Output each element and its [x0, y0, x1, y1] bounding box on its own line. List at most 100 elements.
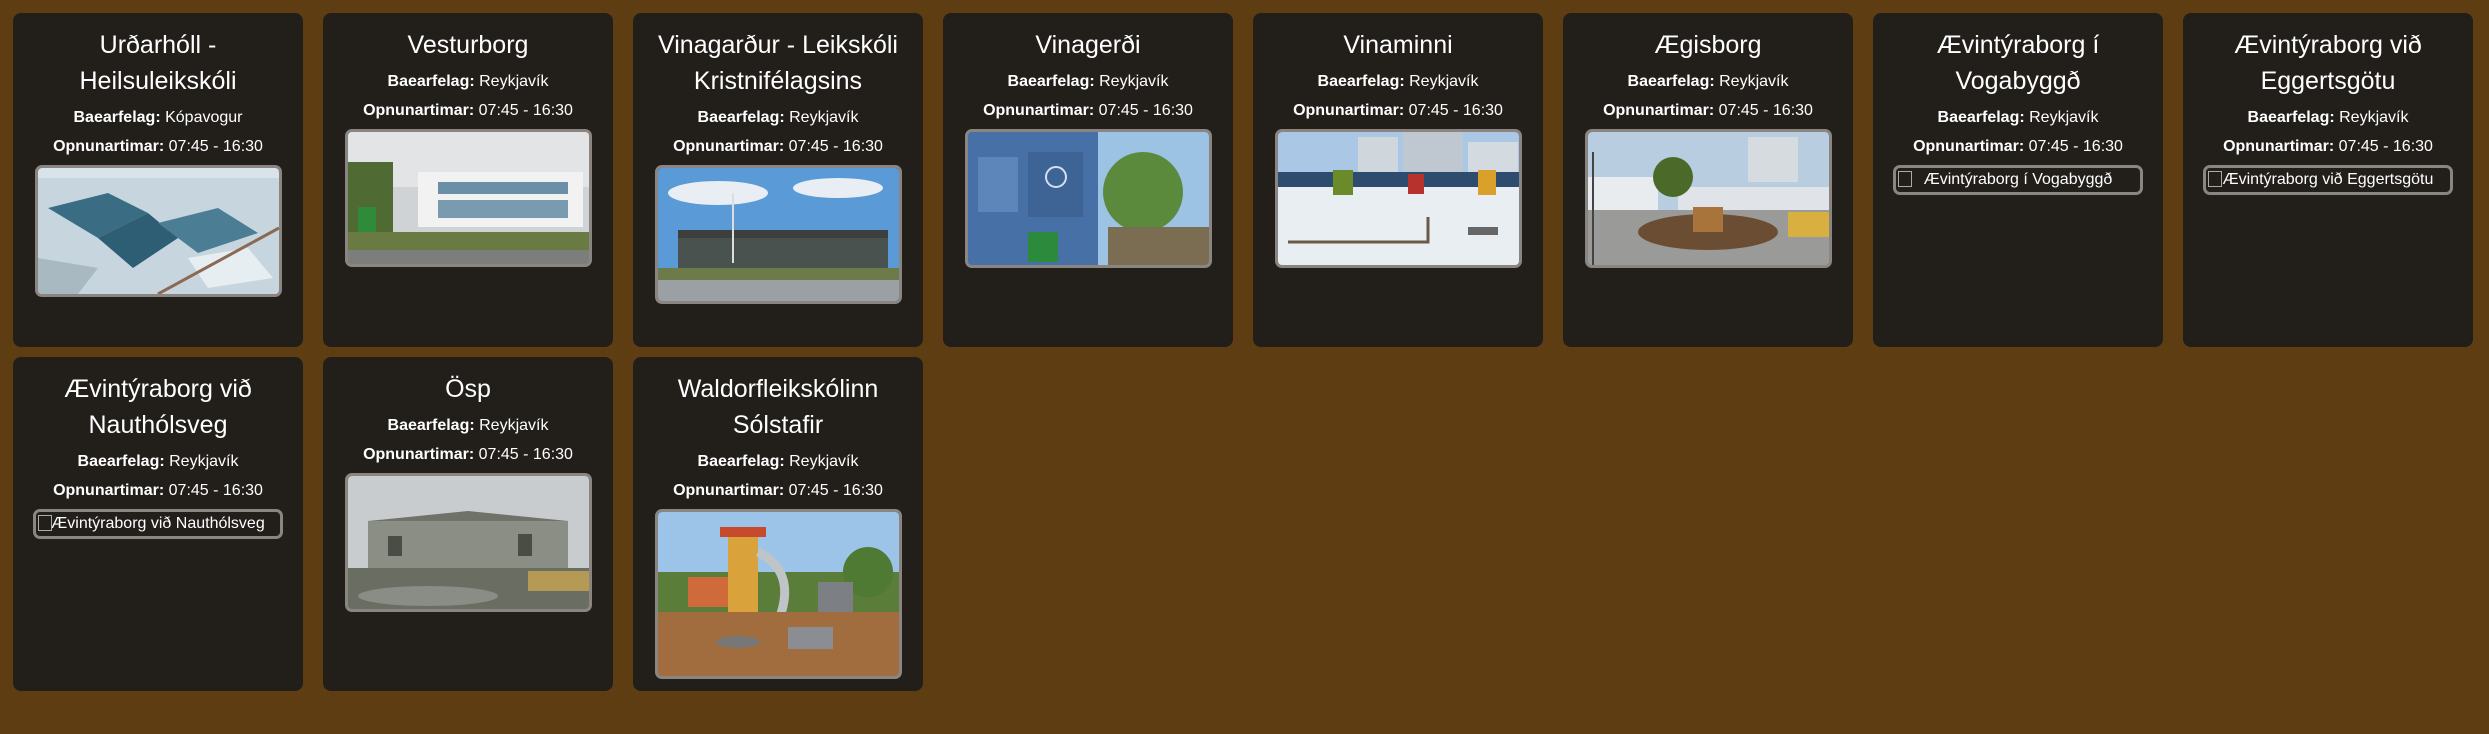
hours-row: Opnunartimar: 07:45 - 16:30	[23, 476, 293, 505]
kindergarten-photo[interactable]	[344, 473, 592, 612]
hours-label: Opnunartimar:	[673, 482, 785, 499]
kindergarten-card[interactable]: Vesturborg Baearfelag: Reykjavík Opnunar…	[323, 13, 613, 347]
municipality-row: Baearfelag: Reykjavík	[2193, 103, 2463, 132]
municipality-label: Baearfelag:	[1317, 73, 1405, 90]
card-title: Ösp	[445, 375, 491, 403]
municipality-value: Reykjavík	[789, 453, 859, 470]
hours-row: Opnunartimar: 07:45 - 16:30	[1573, 96, 1843, 125]
hours-value: 07:45 - 16:30	[168, 138, 263, 155]
hours-row: Opnunartimar: 07:45 - 16:30	[2193, 132, 2463, 161]
municipality-label: Baearfelag:	[387, 73, 475, 90]
hours-value: 07:45 - 16:30	[478, 446, 573, 463]
kindergarten-card[interactable]: Ösp Baearfelag: Reykjavík Opnunartimar: …	[323, 357, 613, 691]
card-title: Urðarhóll - Heilsuleikskóli	[79, 31, 237, 95]
municipality-value: Reykjavík	[2029, 109, 2099, 126]
hours-row: Opnunartimar: 07:45 - 16:30	[953, 96, 1223, 125]
hours-label: Opnunartimar:	[363, 102, 475, 119]
hours-value: 07:45 - 16:30	[2028, 138, 2123, 155]
municipality-row: Baearfelag: Reykjavík	[1573, 67, 1843, 96]
municipality-row: Baearfelag: Kópavogur	[23, 103, 293, 132]
hours-value: 07:45 - 16:30	[788, 138, 883, 155]
municipality-label: Baearfelag:	[1007, 73, 1095, 90]
image-alt-text: Ævintýraborg í Vogabyggð	[1923, 171, 2113, 188]
kindergarten-card[interactable]: Urðarhóll - Heilsuleikskóli Baearfelag: …	[13, 13, 303, 347]
municipality-row: Baearfelag: Reykjavík	[1883, 103, 2153, 132]
municipality-value: Reykjavík	[789, 109, 859, 126]
hours-label: Opnunartimar:	[1913, 138, 2025, 155]
municipality-row: Baearfelag: Reykjavík	[23, 447, 293, 476]
image-alt-text: Ævintýraborg við Nauthólsveg	[51, 515, 265, 532]
broken-image-icon	[38, 515, 52, 531]
kindergarten-photo[interactable]	[964, 129, 1212, 268]
hours-row: Opnunartimar: 07:45 - 16:30	[643, 476, 913, 505]
municipality-value: Kópavogur	[165, 109, 243, 126]
municipality-value: Reykjavík	[1099, 73, 1169, 90]
hours-value: 07:45 - 16:30	[168, 482, 263, 499]
hours-row: Opnunartimar: 07:45 - 16:30	[333, 96, 603, 125]
card-title: Vinagarður - Leikskóli Kristnifélagsins	[658, 31, 898, 95]
kindergarten-card[interactable]: Ævintýraborg við Eggertsgötu Baearfelag:…	[2183, 13, 2473, 347]
kindergarten-grid: Urðarhóll - Heilsuleikskóli Baearfelag: …	[13, 13, 2473, 691]
kindergarten-card[interactable]: Vinagerði Baearfelag: Reykjavík Opnunart…	[943, 13, 1233, 347]
kindergarten-card[interactable]: Ævintýraborg við Nauthólsveg Baearfelag:…	[13, 357, 303, 691]
municipality-label: Baearfelag:	[77, 453, 165, 470]
hours-label: Opnunartimar:	[363, 446, 475, 463]
hours-label: Opnunartimar:	[1293, 102, 1405, 119]
kindergarten-card[interactable]: Ægisborg Baearfelag: Reykjavík Opnunarti…	[1563, 13, 1853, 347]
hours-row: Opnunartimar: 07:45 - 16:30	[23, 132, 293, 161]
municipality-value: Reykjavík	[169, 453, 239, 470]
municipality-label: Baearfelag:	[1627, 73, 1715, 90]
kindergarten-photo[interactable]	[1274, 129, 1522, 268]
card-title: Vesturborg	[407, 31, 529, 59]
municipality-label: Baearfelag:	[1937, 109, 2025, 126]
hours-value: 07:45 - 16:30	[1098, 102, 1193, 119]
municipality-value: Reykjavík	[479, 417, 549, 434]
municipality-value: Reykjavík	[2339, 109, 2409, 126]
kindergarten-photo[interactable]	[34, 165, 282, 297]
kindergarten-card[interactable]: Vinagarður - Leikskóli Kristnifélagsins …	[633, 13, 923, 347]
card-title: Ævintýraborg í Vogabyggð	[1936, 31, 2100, 95]
hours-row: Opnunartimar: 07:45 - 16:30	[1263, 96, 1533, 125]
municipality-row: Baearfelag: Reykjavík	[1263, 67, 1533, 96]
card-title: Vinagerði	[1035, 31, 1141, 59]
kindergarten-photo[interactable]	[1584, 129, 1832, 268]
kindergarten-photo[interactable]	[654, 165, 902, 304]
municipality-label: Baearfelag:	[2247, 109, 2335, 126]
municipality-label: Baearfelag:	[697, 453, 785, 470]
hours-row: Opnunartimar: 07:45 - 16:30	[333, 440, 603, 469]
card-title: Ævintýraborg við Nauthólsveg	[64, 375, 252, 439]
hours-value: 07:45 - 16:30	[2338, 138, 2433, 155]
municipality-value: Reykjavík	[1719, 73, 1789, 90]
card-title: Ægisborg	[1654, 31, 1762, 59]
municipality-row: Baearfelag: Reykjavík	[333, 67, 603, 96]
municipality-row: Baearfelag: Reykjavík	[643, 103, 913, 132]
hours-value: 07:45 - 16:30	[1408, 102, 1503, 119]
municipality-row: Baearfelag: Reykjavík	[333, 411, 603, 440]
hours-label: Opnunartimar:	[53, 482, 165, 499]
kindergarten-card[interactable]: Vinaminni Baearfelag: Reykjavík Opnunart…	[1253, 13, 1543, 347]
hours-label: Opnunartimar:	[983, 102, 1095, 119]
kindergarten-card[interactable]: Waldorfleikskólinn Sólstafir Baearfelag:…	[633, 357, 923, 691]
kindergarten-photo[interactable]	[344, 129, 592, 267]
municipality-value: Reykjavík	[1409, 73, 1479, 90]
hours-value: 07:45 - 16:30	[1718, 102, 1813, 119]
municipality-value: Reykjavík	[479, 73, 549, 90]
hours-value: 07:45 - 16:30	[788, 482, 883, 499]
municipality-row: Baearfelag: Reykjavík	[643, 447, 913, 476]
image-alt-text: Ævintýraborg við Eggertsgötu	[2222, 171, 2434, 188]
card-title: Vinaminni	[1343, 31, 1453, 59]
kindergarten-photo[interactable]	[654, 509, 902, 679]
broken-image[interactable]: Ævintýraborg við Nauthólsveg	[33, 509, 283, 539]
kindergarten-card[interactable]: Ævintýraborg í Vogabyggð Baearfelag: Rey…	[1873, 13, 2163, 347]
municipality-label: Baearfelag:	[697, 109, 785, 126]
card-title: Waldorfleikskólinn Sólstafir	[677, 375, 879, 439]
municipality-label: Baearfelag:	[387, 417, 475, 434]
hours-label: Opnunartimar:	[1603, 102, 1715, 119]
broken-image[interactable]: Ævintýraborg í Vogabyggð	[1893, 165, 2143, 195]
hours-row: Opnunartimar: 07:45 - 16:30	[1883, 132, 2153, 161]
broken-image-icon	[2208, 171, 2222, 187]
hours-row: Opnunartimar: 07:45 - 16:30	[643, 132, 913, 161]
broken-image[interactable]: Ævintýraborg við Eggertsgötu	[2203, 165, 2453, 195]
hours-value: 07:45 - 16:30	[478, 102, 573, 119]
municipality-label: Baearfelag:	[73, 109, 161, 126]
